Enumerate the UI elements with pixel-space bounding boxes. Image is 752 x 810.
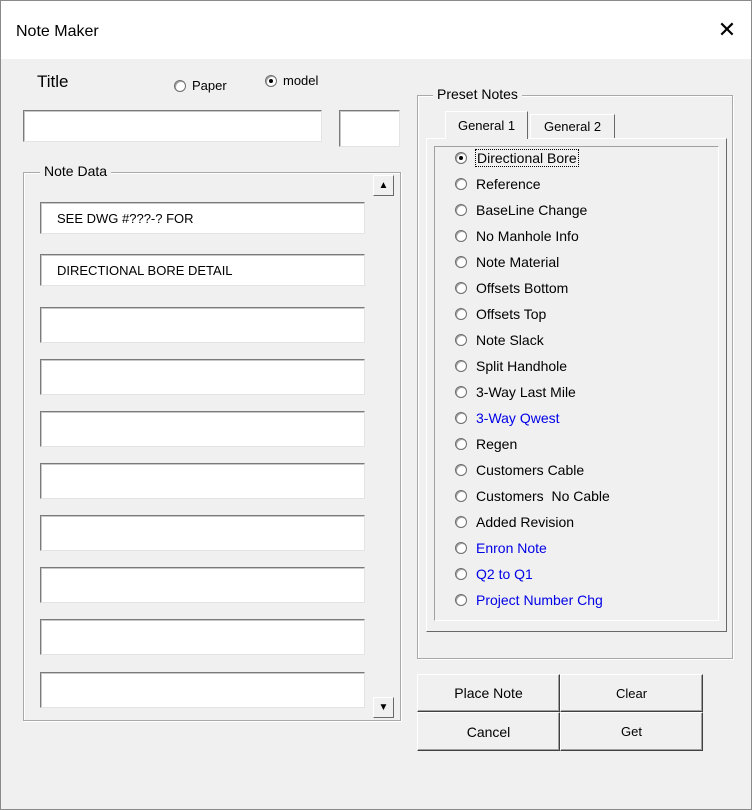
preset-radio-icon[interactable] bbox=[455, 256, 467, 268]
preset-radio-icon[interactable] bbox=[455, 438, 467, 450]
close-icon: ✕ bbox=[717, 17, 737, 42]
note-line-10[interactable] bbox=[40, 672, 365, 708]
preset-radio-icon[interactable] bbox=[455, 308, 467, 320]
paper-radio-icon[interactable] bbox=[174, 79, 186, 92]
preset-item-label: 3-Way Last Mile bbox=[476, 384, 576, 400]
preset-item-label: 3-Way Qwest bbox=[476, 410, 560, 426]
preset-radio-icon[interactable] bbox=[455, 568, 467, 580]
preset-radio-icon[interactable] bbox=[455, 360, 467, 372]
preset-radio-icon[interactable] bbox=[455, 542, 467, 554]
place-note-button[interactable]: Place Note bbox=[417, 674, 560, 712]
arrow-down-icon: ▼ bbox=[378, 702, 389, 713]
preset-item-label: BaseLine Change bbox=[476, 202, 588, 218]
note-data-legend: Note Data bbox=[40, 163, 112, 179]
model-radio-option[interactable]: model bbox=[265, 73, 318, 88]
preset-item-note-slack[interactable]: Note Slack bbox=[455, 332, 544, 348]
note-line-6[interactable] bbox=[40, 463, 365, 499]
window-title: Note Maker bbox=[16, 23, 99, 40]
paper-radio-option[interactable]: Paper bbox=[174, 78, 227, 93]
cancel-label: Cancel bbox=[466, 723, 511, 740]
preset-item-label: Regen bbox=[476, 436, 518, 452]
note-line-9[interactable] bbox=[40, 619, 365, 655]
preset-item-label: Directional Bore bbox=[475, 149, 579, 167]
tab-general-2[interactable]: General 2 bbox=[530, 114, 615, 138]
tab-general-1-label: General 1 bbox=[457, 118, 516, 133]
clear-button[interactable]: Clear bbox=[560, 674, 703, 712]
note-line-4[interactable] bbox=[40, 359, 365, 395]
note-line-2[interactable]: DIRECTIONAL BORE DETAIL bbox=[40, 254, 365, 286]
preset-item-label: Customers No Cable bbox=[476, 488, 610, 504]
cancel-button[interactable]: Cancel bbox=[417, 712, 560, 751]
model-radio-label: model bbox=[283, 73, 319, 88]
note-line-5[interactable] bbox=[40, 411, 365, 447]
title-input[interactable] bbox=[23, 110, 322, 142]
title-label: Title bbox=[37, 72, 69, 91]
preset-item-label: No Manhole Info bbox=[476, 228, 579, 244]
note-data-scrollbar[interactable]: ▲ ▼ bbox=[373, 175, 394, 719]
preset-item-project-number-chg[interactable]: Project Number Chg bbox=[455, 592, 603, 608]
preset-item-label: Q2 to Q1 bbox=[476, 566, 533, 582]
preset-item-split-handhole[interactable]: Split Handhole bbox=[455, 358, 567, 374]
note-line-8[interactable] bbox=[40, 567, 365, 603]
place-note-label: Place Note bbox=[454, 685, 523, 701]
preset-notes-list: Directional Bore Reference BaseLine Chan… bbox=[434, 146, 719, 621]
preset-radio-icon[interactable] bbox=[455, 230, 467, 242]
note-maker-window: Note Maker ✕ Title Paper model Note Data… bbox=[0, 0, 752, 810]
preset-radio-icon[interactable] bbox=[455, 178, 467, 190]
close-button[interactable]: ✕ bbox=[703, 1, 751, 59]
title-number-input[interactable] bbox=[339, 110, 400, 147]
scroll-down-button[interactable]: ▼ bbox=[373, 697, 394, 718]
preset-item-3-way-last-mile[interactable]: 3-Way Last Mile bbox=[455, 384, 576, 400]
preset-item-label: Customers Cable bbox=[476, 462, 585, 478]
preset-item-label: Offsets Bottom bbox=[476, 280, 569, 296]
preset-radio-icon[interactable] bbox=[455, 490, 467, 502]
preset-item-label: Split Handhole bbox=[476, 358, 568, 374]
preset-item-q2-to-q1[interactable]: Q2 to Q1 bbox=[455, 566, 533, 582]
model-radio-icon[interactable] bbox=[265, 74, 277, 87]
preset-item-label: Enron Note bbox=[476, 540, 547, 556]
paper-radio-label: Paper bbox=[192, 78, 227, 93]
get-label: Get bbox=[621, 724, 642, 739]
preset-item-enron-note[interactable]: Enron Note bbox=[455, 540, 547, 556]
preset-item-label: Added Revision bbox=[476, 514, 575, 530]
preset-radio-icon[interactable] bbox=[455, 152, 467, 164]
preset-radio-icon[interactable] bbox=[455, 464, 467, 476]
title-bar: Note Maker ✕ bbox=[1, 1, 751, 59]
preset-radio-icon[interactable] bbox=[455, 204, 467, 216]
preset-item-offsets-top[interactable]: Offsets Top bbox=[455, 306, 546, 322]
preset-item-label: Offsets Top bbox=[476, 306, 547, 322]
preset-item-customers-cable[interactable]: Customers Cable bbox=[455, 462, 584, 478]
preset-item-customers-no-cable[interactable]: Customers No Cable bbox=[455, 488, 610, 504]
preset-item-no-manhole-info[interactable]: No Manhole Info bbox=[455, 228, 579, 244]
preset-radio-icon[interactable] bbox=[455, 594, 467, 606]
preset-item-label: Reference bbox=[476, 176, 541, 192]
preset-item-3-way-qwest[interactable]: 3-Way Qwest bbox=[455, 410, 560, 426]
get-button[interactable]: Get bbox=[560, 712, 703, 751]
preset-item-regen[interactable]: Regen bbox=[455, 436, 517, 452]
preset-radio-icon[interactable] bbox=[455, 386, 467, 398]
preset-item-label: Project Number Chg bbox=[476, 592, 603, 608]
preset-item-label: Note Material bbox=[476, 254, 560, 270]
preset-item-label: Note Slack bbox=[476, 332, 544, 348]
tab-general-2-label: General 2 bbox=[543, 119, 602, 134]
preset-item-offsets-bottom[interactable]: Offsets Bottom bbox=[455, 280, 568, 296]
arrow-up-icon: ▲ bbox=[378, 180, 389, 191]
note-line-3[interactable] bbox=[40, 307, 365, 343]
tab-general-1[interactable]: General 1 bbox=[445, 111, 528, 139]
clear-label: Clear bbox=[615, 685, 648, 701]
preset-radio-icon[interactable] bbox=[455, 334, 467, 346]
preset-radio-icon[interactable] bbox=[455, 516, 467, 528]
preset-notes-legend: Preset Notes bbox=[433, 86, 522, 102]
preset-radio-icon[interactable] bbox=[455, 412, 467, 424]
preset-item-reference[interactable]: Reference bbox=[455, 176, 541, 192]
preset-item-note-material[interactable]: Note Material bbox=[455, 254, 559, 270]
preset-item-added-revision[interactable]: Added Revision bbox=[455, 514, 574, 530]
preset-item-directional-bore[interactable]: Directional Bore bbox=[455, 149, 579, 167]
preset-item-baseline-change[interactable]: BaseLine Change bbox=[455, 202, 587, 218]
note-line-1[interactable]: SEE DWG #???-? FOR bbox=[40, 202, 365, 234]
preset-radio-icon[interactable] bbox=[455, 282, 467, 294]
note-line-7[interactable] bbox=[40, 515, 365, 551]
scroll-up-button[interactable]: ▲ bbox=[373, 175, 394, 196]
